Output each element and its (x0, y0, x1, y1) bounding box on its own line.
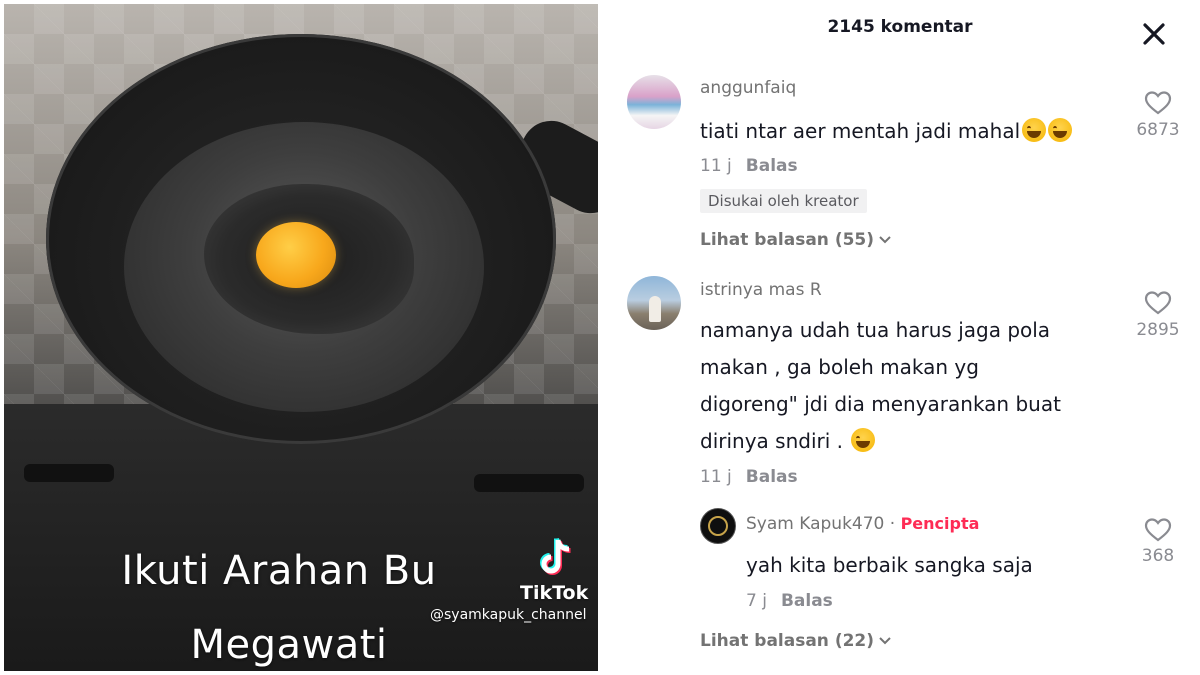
reply-time: 7 j (746, 591, 767, 611)
avatar[interactable] (627, 75, 681, 129)
heart-icon[interactable] (1144, 90, 1172, 116)
reply-meta: 7 j Balas (746, 591, 833, 611)
comment-username[interactable]: istrinya mas R (700, 280, 822, 300)
reply-button[interactable]: Balas (781, 591, 833, 611)
like-count: 6873 (1136, 120, 1180, 140)
egg-yolk (256, 222, 336, 288)
comment-text-line: namanya udah tua harus jaga pola (700, 318, 1051, 342)
reply-button[interactable]: Balas (746, 467, 798, 487)
comment-meta: 11 j Balas (700, 467, 798, 487)
laughing-emoji-icon (851, 428, 876, 452)
comment-text: namanya udah tua harus jaga pola makan ,… (700, 312, 1061, 460)
creator-label: Pencipta (900, 514, 980, 533)
view-replies-label: Lihat balasan (55) (700, 230, 875, 250)
view-replies-button[interactable]: Lihat balasan (22) (700, 631, 891, 651)
separator-dot: · (889, 514, 896, 534)
reply-username[interactable]: Syam Kapuk470 (746, 514, 884, 534)
avatar-person (649, 296, 661, 322)
view-replies-button[interactable]: Lihat balasan (55) (700, 230, 891, 250)
video-frame[interactable]: Ikuti Arahan Bu Megawati TikTok @syamkap… (4, 4, 598, 671)
avatar[interactable] (627, 276, 681, 330)
channel-handle: @syamkapuk_channel (430, 607, 587, 623)
tiktok-logo-icon (540, 537, 571, 575)
chevron-down-icon (879, 637, 891, 645)
comment-time: 11 j (700, 156, 732, 176)
comment-time: 11 j (700, 467, 732, 487)
like-count: 2895 (1136, 320, 1180, 340)
comment-count-title: 2145 komentar (827, 17, 973, 37)
like-count: 368 (1141, 546, 1175, 566)
comment-username[interactable]: anggunfaiq (700, 78, 796, 98)
video-caption-line-2: Megawati (190, 622, 388, 668)
close-icon[interactable] (1140, 20, 1168, 48)
liked-by-creator-badge: Disukai oleh kreator (700, 189, 867, 213)
video-caption-line-1: Ikuti Arahan Bu (121, 548, 437, 594)
heart-icon[interactable] (1144, 517, 1172, 543)
comment-text-line-last: dirinya sndiri . (700, 423, 1061, 460)
reply-button[interactable]: Balas (746, 156, 798, 176)
comment-meta: 11 j Balas (700, 156, 798, 176)
chevron-down-icon (879, 236, 891, 244)
reply-username-row: Syam Kapuk470 · Pencipta (746, 514, 979, 534)
comment-text-line: makan , ga boleh makan yg (700, 355, 979, 379)
heart-icon[interactable] (1144, 290, 1172, 316)
comments-panel: 2145 komentar anggunfaiq tiati ntar aer … (600, 0, 1200, 675)
laughing-emoji-icon (1022, 118, 1047, 142)
stove-grate (24, 464, 114, 482)
avatar[interactable] (700, 508, 736, 544)
tiktok-wordmark: TikTok (520, 582, 589, 604)
comment-text: tiati ntar aer mentah jadi mahal (700, 113, 1073, 150)
comment-text-content: dirinya sndiri . (700, 429, 843, 453)
comment-text-content: tiati ntar aer mentah jadi mahal (700, 119, 1021, 143)
seal-icon (708, 516, 728, 536)
laughing-emoji-icon (1048, 118, 1073, 142)
reply-text: yah kita berbaik sangka saja (746, 553, 1033, 577)
view-replies-label: Lihat balasan (22) (700, 631, 875, 651)
stove-grate (474, 474, 584, 492)
comment-text-line: digoreng" jdi dia menyarankan buat (700, 392, 1061, 416)
